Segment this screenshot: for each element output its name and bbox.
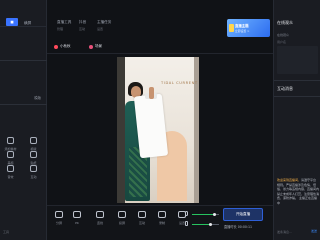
toolbar-label: PK (75, 221, 79, 225)
system-message: 欢迎来到直播间，请遵守平台规则。严禁直播涉及色情、低俗、暴力等违规内容，直播间内… (277, 178, 319, 206)
live-timer: 直播时长 00:00:11 (224, 225, 253, 229)
tool-interact[interactable]: 互动 (26, 165, 41, 179)
promo-banner[interactable]: 直播主题 立即设置 > (227, 19, 270, 37)
message-prefix: 欢迎来到直播间， (277, 178, 302, 182)
left-footer[interactable]: 工具 (3, 230, 9, 234)
speaker-volume-slider[interactable] (192, 223, 219, 226)
tool-add[interactable]: 添加素材 (3, 137, 18, 151)
scene-label: 场景 (95, 44, 102, 48)
scene-tab-secondary[interactable]: 场景 (89, 44, 102, 49)
tool-label: 音效 (7, 175, 14, 179)
audience-column-header: 用户名 (277, 40, 287, 44)
pk-button[interactable]: PK (69, 211, 85, 225)
toolbar-label: 连线 (96, 221, 103, 225)
sound-icon (7, 165, 14, 172)
cast-button[interactable]: 投屏 (114, 211, 130, 225)
store-sign: TIDAL CURRENT (161, 81, 198, 85)
tab-sub: 互动 (79, 27, 86, 31)
toolbar-label: 投屏 (118, 221, 125, 225)
banner-title: 直播主题 (235, 24, 249, 28)
mic-volume-slider[interactable] (192, 213, 219, 216)
divider (0, 104, 47, 105)
microphone-icon[interactable] (185, 211, 188, 216)
host-arm (149, 87, 154, 99)
mic-volume-fill (192, 214, 215, 215)
orientation-toggle[interactable]: 横屏 (24, 21, 31, 26)
template-label[interactable]: 模版 (34, 95, 41, 100)
left-panel: ■ 横屏 模版 添加素材 模版 美颜 贴纸 音效 互动 工具 (0, 0, 47, 240)
tab-sub: 设置 (97, 27, 104, 31)
live-dot-icon (54, 44, 58, 49)
video-edge (194, 57, 199, 203)
send-button[interactable]: 发送 (311, 229, 317, 233)
slider-knob[interactable] (209, 223, 213, 226)
right-panel: 在线观众 在线观众 用户名 互动消息 欢迎来到直播间，请遵守平台规则。严禁直播涉… (273, 0, 320, 240)
scene-dot-icon (89, 44, 93, 49)
add-icon (7, 137, 14, 144)
link-button[interactable]: 连线 (92, 211, 108, 225)
split-button[interactable]: 分屏 (51, 211, 67, 225)
banner-icon (229, 24, 234, 32)
record-icon (158, 211, 166, 218)
divider (0, 60, 47, 61)
slider-knob[interactable] (213, 213, 217, 216)
chat-button[interactable]: 互动 (134, 211, 150, 225)
toolbar-label: 录制 (158, 221, 165, 225)
message-input[interactable]: 发条消息... (277, 230, 292, 234)
tool-template[interactable]: 模版 (26, 137, 41, 151)
speaker-volume-fill (192, 224, 211, 225)
tool-sound[interactable]: 音效 (3, 165, 18, 179)
toolbar-label: 互动 (138, 221, 145, 225)
app-logo: ■ (6, 18, 18, 26)
tab-sub: 管理 (57, 27, 64, 31)
scene-tab-primary[interactable]: 小秋秋 (54, 44, 71, 49)
beauty-icon (7, 151, 14, 158)
messages-title: 互动消息 (277, 86, 293, 91)
chat-icon (138, 211, 146, 218)
link-icon (96, 211, 104, 218)
divider (274, 96, 320, 97)
tool-sticker[interactable]: 贴纸 (26, 151, 41, 165)
sticker-icon (30, 151, 37, 158)
video-edge (117, 57, 125, 203)
scene-bar: 小秋秋 场景 (47, 40, 273, 54)
audience-subtitle: 在线观众 (277, 33, 290, 37)
cast-icon (118, 211, 126, 218)
tool-beauty[interactable]: 美颜 (3, 151, 18, 165)
toolbar-label: 分屏 (55, 221, 62, 225)
split-icon (55, 211, 63, 218)
start-live-button[interactable]: 开始直播 (223, 208, 263, 221)
tool-label: 互动 (30, 175, 37, 179)
tab-douyin[interactable]: 抖音 (79, 20, 86, 25)
record-button[interactable]: 录制 (154, 211, 170, 225)
pk-icon (73, 211, 81, 218)
speaker-icon[interactable] (185, 221, 188, 226)
left-header: ■ 横屏 (0, 0, 46, 27)
template-icon (30, 137, 37, 144)
center-panel: 直播工具 管理 抖音 互动 主播任务 设置 直播主题 立即设置 > 小秋秋 场景… (47, 0, 273, 240)
tab-host-tasks[interactable]: 主播任务 (97, 20, 111, 25)
scene-label: 小秋秋 (60, 44, 71, 48)
divider (274, 80, 320, 81)
video-preview[interactable]: TIDAL CURRENT (117, 57, 199, 203)
audience-list[interactable] (277, 46, 318, 74)
audience-title: 在线观众 (277, 20, 293, 25)
interact-icon (30, 165, 37, 172)
tab-live-tools[interactable]: 直播工具 (57, 20, 71, 25)
banner-subtitle: 立即设置 > (235, 29, 250, 33)
